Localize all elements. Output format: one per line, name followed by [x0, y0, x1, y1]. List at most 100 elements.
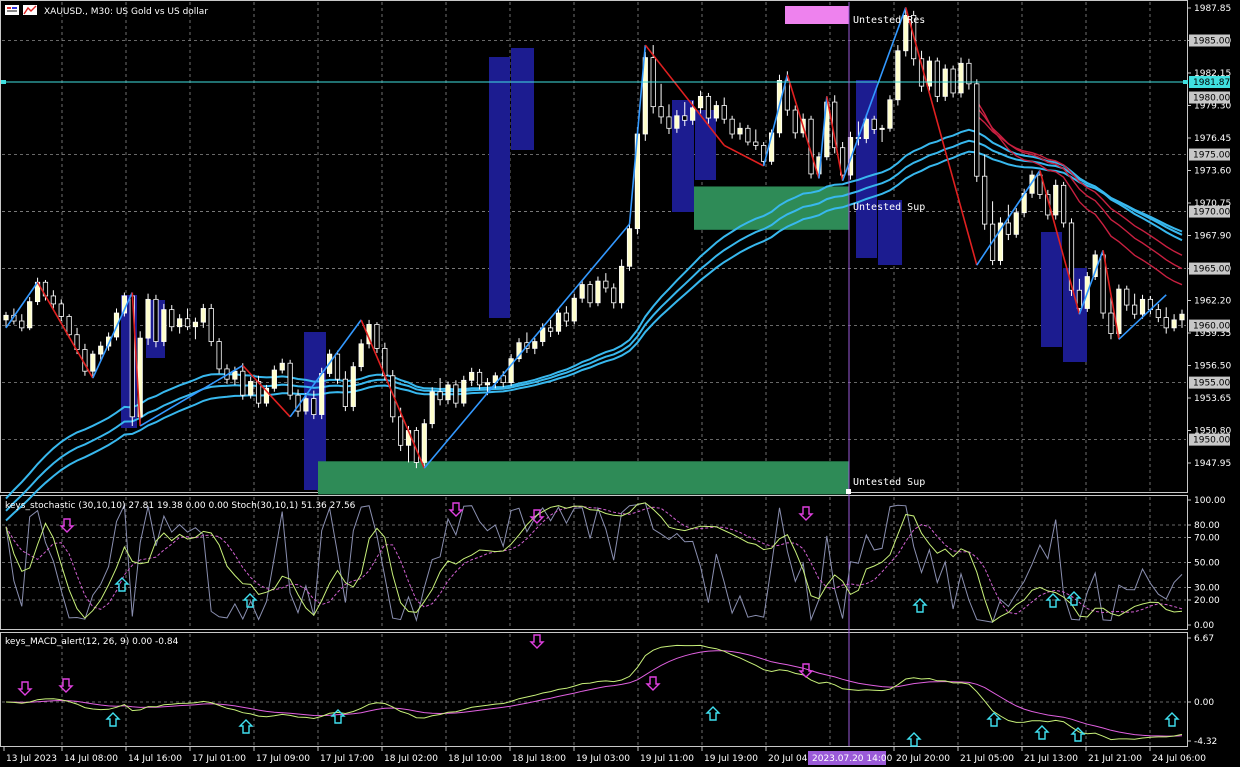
- candle-body: [658, 106, 664, 118]
- candle-body: [1179, 313, 1185, 321]
- candle-body: [271, 369, 277, 389]
- stoch-axis-label: 0.00: [1194, 621, 1214, 631]
- zone-untested-resistance: [785, 6, 849, 24]
- candle-body: [563, 312, 569, 322]
- candle-body: [1155, 309, 1161, 319]
- candle-body: [192, 321, 199, 328]
- candle-body: [934, 60, 940, 97]
- candle-body: [27, 301, 33, 329]
- candle-body: [90, 353, 96, 372]
- bid-price-label: 1981.87: [1193, 78, 1230, 88]
- bid-line-handle-right[interactable]: [1183, 80, 1188, 84]
- candle-body: [571, 297, 577, 322]
- price-level-label: 1980.00: [1193, 94, 1230, 104]
- candle-body: [555, 312, 562, 332]
- candle-body: [145, 298, 151, 339]
- crosshair-anchor[interactable]: [846, 489, 851, 494]
- chart-window[interactable]: XAUUSD., M30: US Gold vs US dollar Untes…: [0, 0, 1240, 767]
- time-axis-label: 21 Jul 13:00: [1024, 754, 1078, 764]
- candle-body: [784, 80, 790, 111]
- candle-body: [216, 341, 222, 370]
- stoch-axis-label: 70.00: [1194, 534, 1220, 544]
- zone-label-untested-sup: Untested Sup: [853, 477, 925, 488]
- candle-body: [729, 118, 735, 135]
- signal-band: [1063, 268, 1087, 362]
- signal-band: [1041, 232, 1062, 347]
- candle-body: [248, 381, 254, 396]
- candle-body: [311, 398, 317, 415]
- candle-body: [177, 318, 183, 328]
- candle-body: [611, 287, 617, 304]
- one-click-trade-icon[interactable]: [23, 5, 37, 15]
- time-axis-label: 18 Jul 02:00: [384, 754, 438, 764]
- time-axis-label: 21 Jul 21:00: [1088, 754, 1142, 764]
- time-axis-label: 17 Jul 01:00: [192, 754, 246, 764]
- zone-label-untested-sup-mid: Untested Sup: [853, 202, 925, 213]
- price-level-label: 1965.00: [1193, 265, 1230, 275]
- time-axis-label: 18 Jul 18:00: [512, 754, 566, 764]
- candle-body: [3, 314, 9, 321]
- price-level-label: 1950.00: [1193, 436, 1230, 446]
- candle-body: [595, 280, 601, 304]
- candle-body: [398, 416, 404, 446]
- candle-body: [579, 284, 585, 299]
- candle-body: [200, 308, 206, 323]
- candle-body: [721, 105, 727, 120]
- candle-body: [697, 95, 704, 109]
- stoch-axis-label: 50.00: [1194, 559, 1220, 569]
- price-axis-label: 1947.95: [1194, 459, 1231, 469]
- candle-body: [184, 318, 191, 328]
- bid-line-handle-left[interactable]: [1, 80, 6, 84]
- price-axis-label: 1953.65: [1194, 394, 1231, 404]
- zone-untested-support: [318, 461, 849, 495]
- time-axis-label: 14 Jul 08:00: [64, 754, 118, 764]
- stochastic-indicator-label: keys_stochastic (30,10,10) 27.81 19.38 0…: [5, 501, 356, 511]
- candle-body: [690, 107, 696, 121]
- candle-body: [1061, 184, 1067, 224]
- stoch-axis-label: 30.00: [1194, 584, 1220, 594]
- candle-body: [303, 398, 309, 412]
- candle-body: [950, 68, 956, 94]
- price-axis-label: 1967.90: [1194, 232, 1231, 242]
- candle-body: [753, 141, 759, 146]
- signal-band: [856, 80, 877, 258]
- candle-body: [484, 382, 491, 386]
- time-axis-label: 19 Jul 03:00: [576, 754, 630, 764]
- time-axis-label: 19 Jul 19:00: [704, 754, 758, 764]
- price-level-label: 1955.00: [1193, 379, 1230, 389]
- candle-body: [169, 309, 175, 328]
- candle-body: [982, 175, 988, 225]
- candle-body: [287, 362, 293, 396]
- candle-body: [1139, 298, 1146, 315]
- time-axis-label: 20 Jul 20:00: [896, 754, 950, 764]
- candle-body: [895, 50, 901, 101]
- price-axis-label: 1956.50: [1194, 362, 1231, 372]
- candle-body: [532, 341, 538, 349]
- time-axis-label: 13 Jul 2023: [6, 754, 57, 764]
- candle-body: [319, 373, 325, 415]
- macd-indicator-label: keys_MACD_alert(12, 26, 9) 0.00 -0.84: [5, 637, 179, 647]
- candle-body: [1108, 312, 1114, 334]
- candle-body: [461, 379, 467, 404]
- candle-body: [161, 309, 167, 342]
- candle-body: [1124, 288, 1130, 306]
- time-axis-label: 14 Jul 16:00: [128, 754, 182, 764]
- candle-body: [66, 316, 72, 336]
- candle-body: [429, 391, 435, 425]
- candle-body: [50, 295, 56, 305]
- candle-body: [674, 115, 680, 129]
- candle-body: [974, 83, 980, 177]
- candle-body: [476, 371, 483, 386]
- candle-body: [958, 62, 964, 94]
- macd-axis-label: -4.32: [1194, 737, 1217, 747]
- candle-body: [1013, 212, 1019, 235]
- price-axis-label: 1962.20: [1194, 297, 1231, 307]
- candle-body: [682, 115, 688, 121]
- candle-body: [713, 105, 719, 119]
- candle-body: [240, 370, 246, 396]
- price-axis-label: 1973.60: [1194, 167, 1231, 177]
- candle-body: [737, 127, 743, 135]
- candle-body: [792, 109, 798, 134]
- candle-body: [1171, 319, 1177, 329]
- chart-menu-icon[interactable]: [5, 5, 19, 15]
